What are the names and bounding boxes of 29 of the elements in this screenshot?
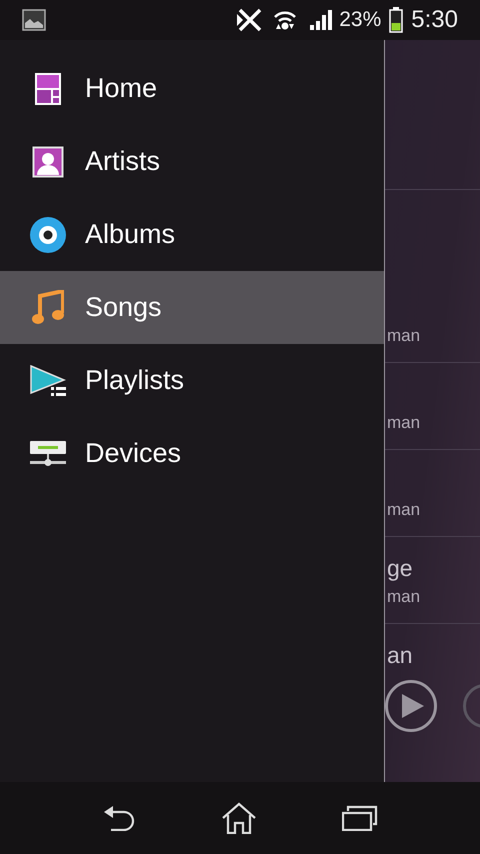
song-artist: man	[387, 586, 420, 608]
home-icon[interactable]	[220, 802, 257, 834]
recent-apps-icon[interactable]	[342, 805, 378, 831]
drawer-item[interactable]: Home	[0, 52, 384, 125]
back-icon[interactable]	[102, 805, 136, 831]
gallery-icon	[22, 8, 46, 32]
drawer-item[interactable]: Devices	[0, 417, 384, 490]
song-artist: man	[387, 499, 420, 521]
song-title[interactable]: ge	[387, 554, 480, 582]
battery-icon	[389, 7, 404, 33]
song-artist: man	[387, 412, 420, 434]
music-note-icon	[32, 290, 64, 326]
playlist-icon	[30, 364, 66, 396]
person-icon	[32, 146, 64, 178]
drawer-item[interactable]: Songs	[0, 271, 384, 344]
drawer-item[interactable]: Playlists	[0, 344, 384, 417]
play-icon	[402, 694, 424, 718]
play-button[interactable]	[385, 680, 437, 732]
tiles-icon	[34, 72, 62, 106]
drawer-item[interactable]: Albums	[0, 198, 384, 271]
clock: 5:30	[411, 5, 458, 35]
signal-icon	[309, 9, 334, 31]
song-title[interactable]: an	[387, 641, 480, 668]
song-artist: man	[387, 325, 420, 347]
drawer-item[interactable]: Artists	[0, 125, 384, 198]
network-devices-icon	[30, 440, 66, 466]
battery-percent: 23%	[339, 7, 382, 34]
disc-icon	[30, 216, 66, 252]
nfc-off-icon	[237, 7, 264, 33]
